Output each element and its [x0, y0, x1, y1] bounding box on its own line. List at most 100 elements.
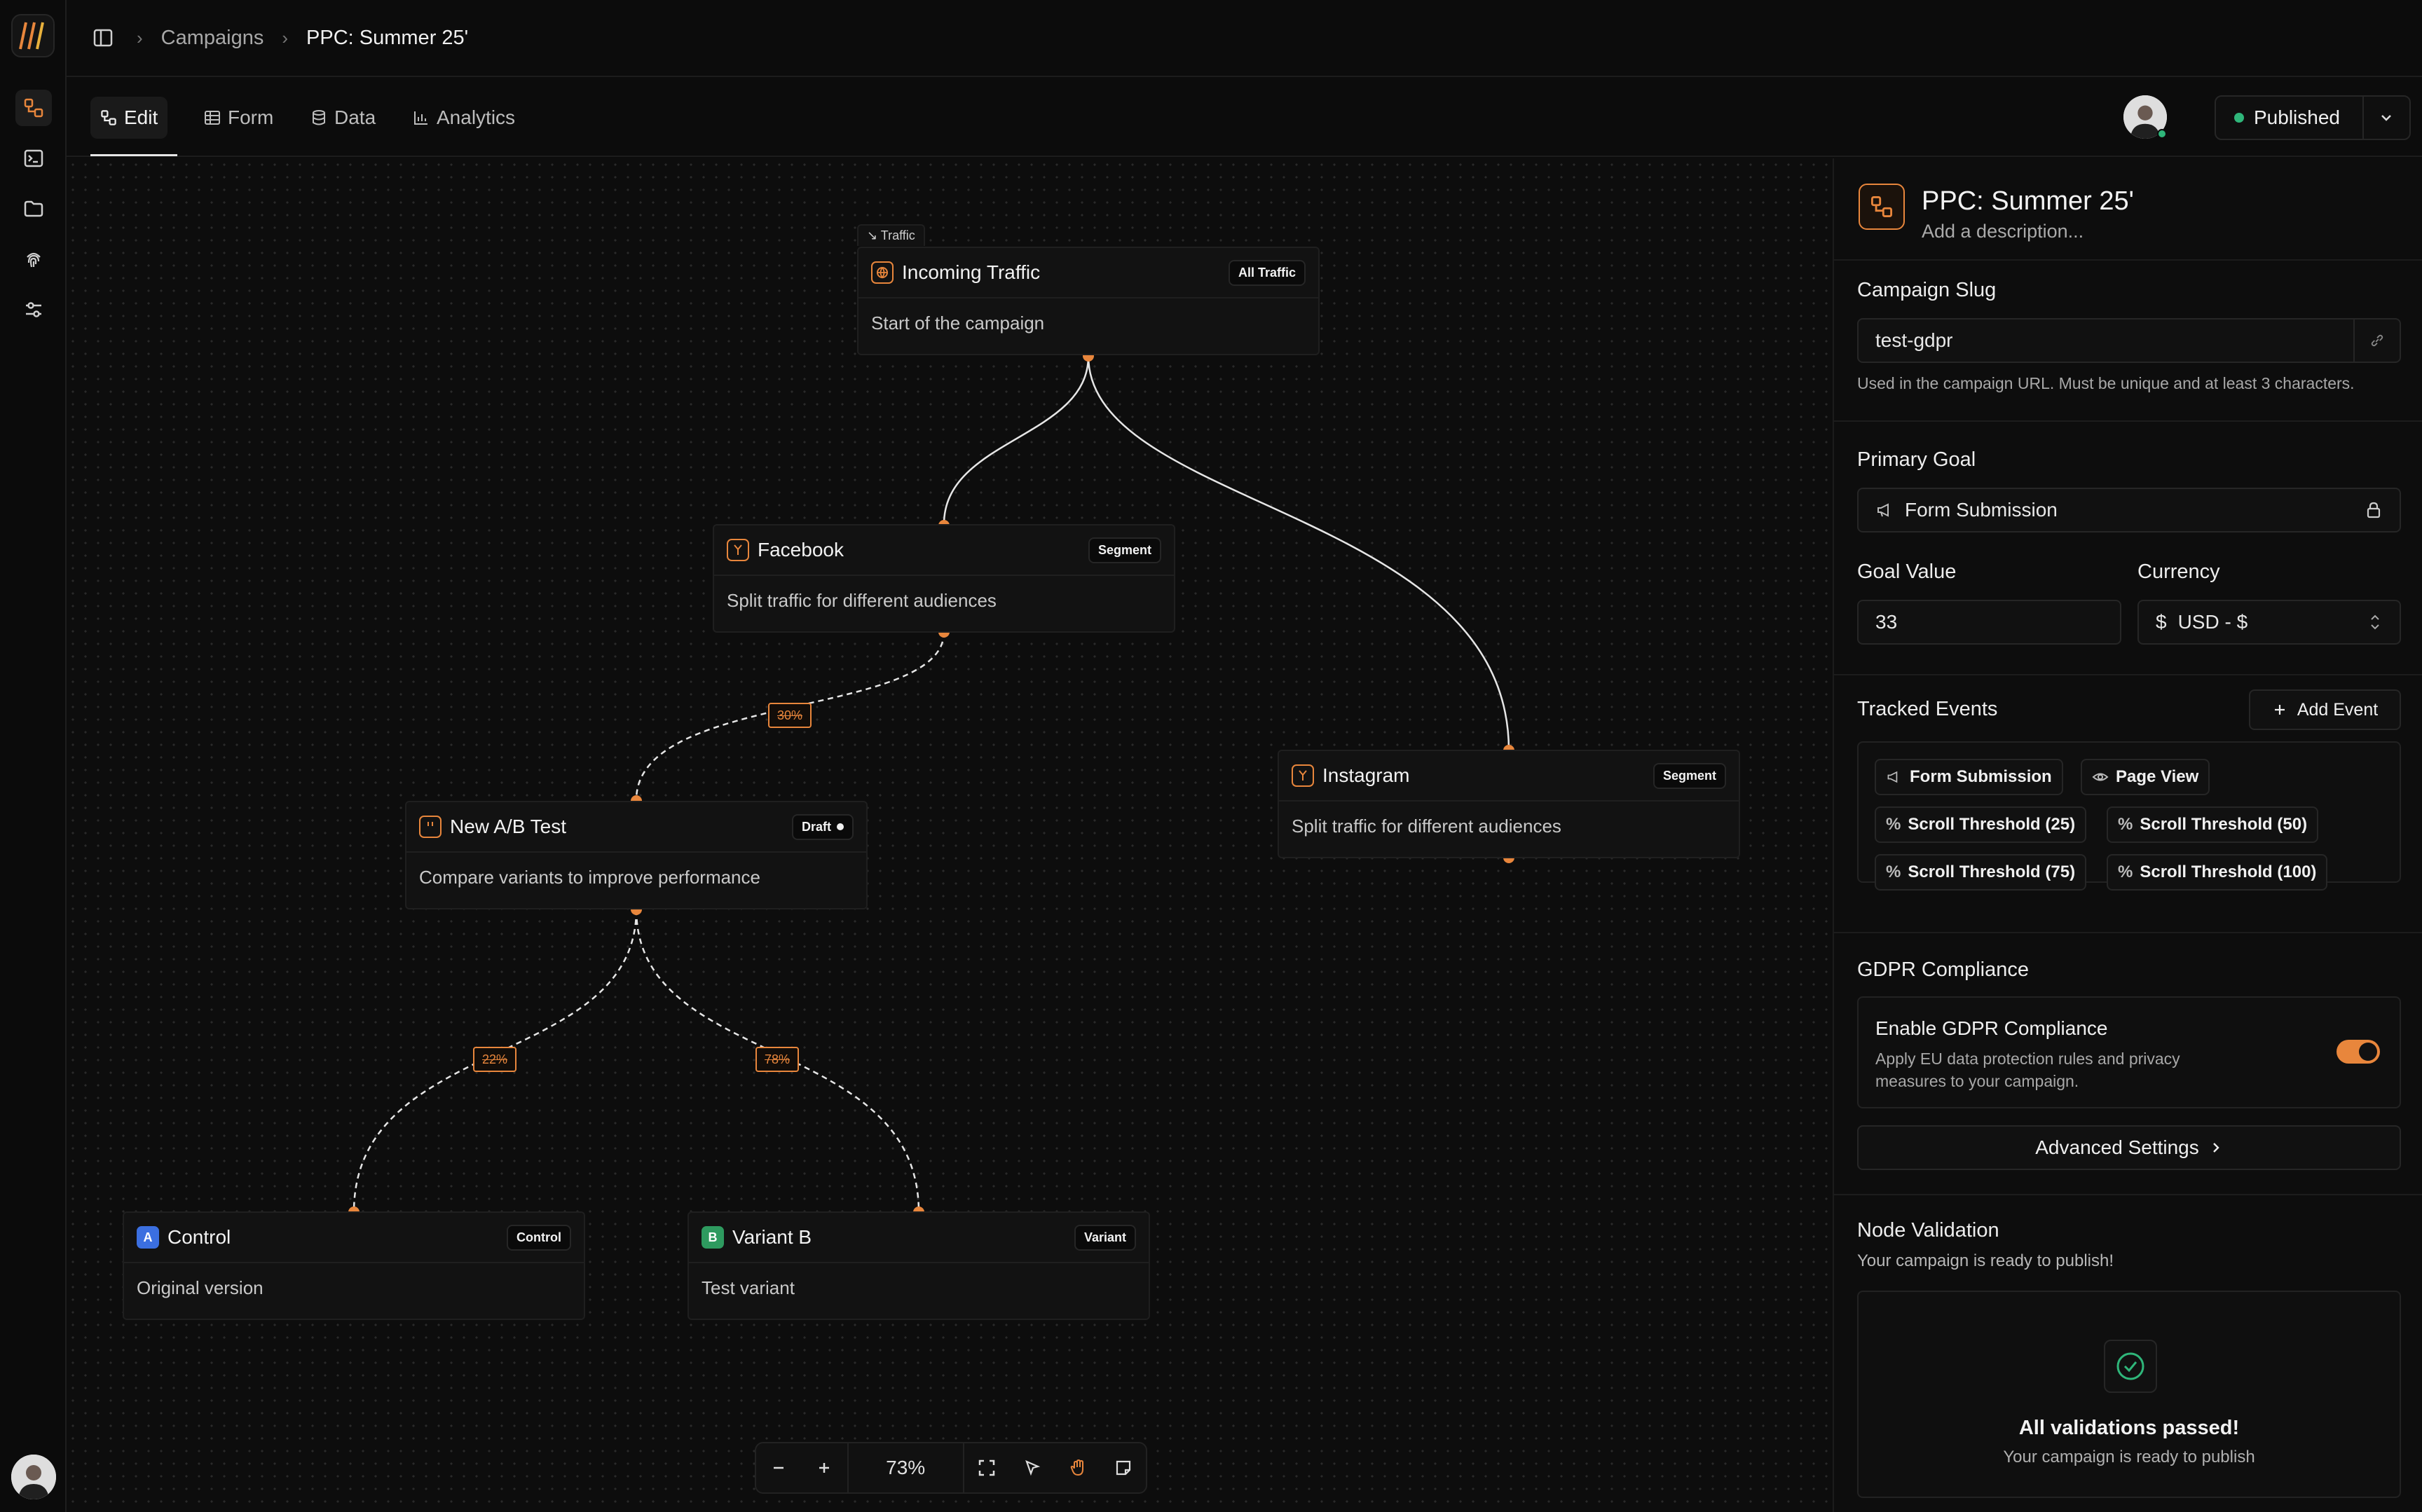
zoom-level[interactable]: 73% [847, 1443, 964, 1492]
fit-view-button[interactable] [964, 1443, 1010, 1492]
node-variant-b[interactable]: B Variant B Variant Test variant [687, 1211, 1150, 1320]
sticky-note-icon [1116, 1460, 1130, 1476]
publish-status-button[interactable]: Published [2215, 95, 2411, 140]
event-chip[interactable]: % Scroll Threshold (25) [1875, 806, 2087, 843]
percent-icon: % [2118, 815, 2133, 834]
tab-edit-label: Edit [124, 106, 158, 128]
divider [1834, 674, 2422, 675]
cursor-icon [1025, 1459, 1041, 1476]
node-ab-test[interactable]: New A/B Test Draft Compare variants to i… [405, 801, 868, 909]
event-chip[interactable]: % Scroll Threshold (50) [2107, 806, 2319, 843]
node-title: New A/B Test [450, 816, 567, 837]
traffic-tag: ↘ Traffic [857, 224, 925, 246]
node-badge: Segment [1088, 537, 1161, 563]
tab-form[interactable]: Form [194, 97, 283, 139]
traffic-tag-label: Traffic [880, 228, 915, 242]
gdpr-section-label: GDPR Compliance [1857, 958, 2029, 981]
variant-a-icon: A [137, 1226, 159, 1249]
event-label: Page View [2116, 767, 2199, 786]
node-title: Variant B [732, 1226, 812, 1248]
gdpr-card: Enable GDPR Compliance Apply EU data pro… [1857, 996, 2401, 1108]
dollar-icon: $ [2156, 611, 2167, 633]
lock-icon [2367, 502, 2381, 518]
user-avatar[interactable] [11, 1455, 56, 1499]
megaphone-icon [1887, 771, 1898, 783]
link-icon [2371, 334, 2383, 347]
zoom-toolbar: 73% [755, 1442, 1147, 1494]
tab-data[interactable]: Data [301, 97, 385, 139]
tab-analytics[interactable]: Analytics [403, 97, 525, 139]
split-icon [1292, 764, 1314, 787]
event-chip[interactable]: % Scroll Threshold (100) [2107, 854, 2328, 891]
sidebar-toggle-button[interactable] [88, 22, 118, 53]
node-description: Test variant [702, 1277, 795, 1298]
hand-icon [1070, 1459, 1083, 1476]
event-chip[interactable]: Page View [2081, 759, 2210, 795]
breadcrumb-campaigns[interactable]: Campaigns [161, 27, 264, 50]
online-status-dot [2157, 129, 2167, 139]
flask-icon [419, 816, 442, 838]
top-bar: › Campaigns › PPC: Summer 25' [67, 0, 2422, 77]
bar-chart-icon [414, 111, 427, 125]
megaphone-icon [1877, 503, 1889, 517]
panel-title[interactable]: PPC: Summer 25' [1922, 186, 2134, 217]
node-description: Split traffic for different audiences [1292, 816, 1561, 837]
node-badge: Variant [1074, 1224, 1136, 1251]
goal-value: 33 [1875, 611, 1898, 633]
divider [1834, 420, 2422, 422]
copy-link-button[interactable] [2353, 319, 2400, 362]
event-chip[interactable]: Form Submission [1875, 759, 2063, 795]
node-instagram[interactable]: Instagram Segment Split traffic for diff… [1278, 750, 1740, 858]
node-description: Compare variants to improve performance [419, 867, 760, 888]
edge-label-78[interactable]: 78% [755, 1047, 799, 1072]
event-chip[interactable]: % Scroll Threshold (75) [1875, 854, 2087, 891]
validation-result-card: All validations passed! Your campaign is… [1857, 1291, 2401, 1498]
rail-settings-button[interactable] [15, 291, 52, 328]
split-icon [727, 539, 749, 561]
select-tool-button[interactable] [1010, 1443, 1055, 1492]
note-tool-button[interactable] [1100, 1443, 1146, 1492]
left-rail [0, 0, 67, 1512]
tab-edit[interactable]: Edit [90, 97, 168, 139]
add-event-button[interactable]: Add Event [2249, 689, 2401, 730]
rail-fingerprint-button[interactable] [15, 241, 52, 277]
rail-flows-button[interactable] [15, 90, 52, 126]
app-logo[interactable] [11, 14, 55, 57]
zoom-in-button[interactable] [802, 1443, 847, 1492]
node-validation-sub: Your campaign is ready to publish! [1857, 1251, 2114, 1270]
node-incoming-traffic[interactable]: Incoming Traffic All Traffic Start of th… [857, 247, 1320, 355]
edge-label-30[interactable]: 30% [768, 703, 812, 728]
node-facebook[interactable]: Facebook Segment Split traffic for diffe… [713, 524, 1175, 633]
advanced-settings-button[interactable]: Advanced Settings [1857, 1125, 2401, 1170]
slug-label: Campaign Slug [1857, 279, 1997, 301]
rail-folder-button[interactable] [15, 191, 52, 227]
chevron-down-icon [2381, 115, 2392, 121]
gdpr-desc-line2: measures to your campaign. [1875, 1072, 2079, 1090]
pan-tool-button[interactable] [1055, 1443, 1100, 1492]
node-control[interactable]: A Control Control Original version [123, 1211, 585, 1320]
rail-terminal-button[interactable] [15, 140, 52, 177]
currency-select[interactable]: $ USD - $ [2137, 600, 2401, 645]
description-input[interactable]: Add a description... [1922, 221, 2134, 242]
node-badge: Control [507, 1224, 571, 1251]
zoom-out-button[interactable] [756, 1443, 802, 1492]
flow-canvas[interactable]: 30% 22% 78% ↘ Traffic Incoming Traffic A… [67, 158, 1833, 1512]
slug-field[interactable]: test-gdpr [1857, 318, 2401, 363]
gdpr-toggle[interactable] [2337, 1040, 2380, 1064]
currency-value: USD - $ [2177, 611, 2248, 633]
globe-icon [871, 261, 894, 284]
publish-dropdown-button[interactable] [2364, 110, 2409, 125]
workflow-icon [24, 98, 43, 118]
divider [1834, 1194, 2422, 1195]
edge-label-22[interactable]: 22% [473, 1047, 516, 1072]
publish-status[interactable]: Published [2216, 97, 2364, 139]
workflow-icon [101, 110, 116, 125]
validation-result-title: All validations passed! [2018, 1417, 2240, 1439]
primary-goal-select[interactable]: Form Submission [1857, 488, 2401, 532]
event-label: Scroll Threshold (25) [1908, 815, 2076, 834]
node-description: Start of the campaign [871, 312, 1045, 334]
goal-value-input[interactable]: 33 [1857, 600, 2121, 645]
tab-form-label: Form [228, 106, 274, 128]
node-description: Split traffic for different audiences [727, 590, 997, 611]
tab-analytics-label: Analytics [437, 106, 516, 128]
